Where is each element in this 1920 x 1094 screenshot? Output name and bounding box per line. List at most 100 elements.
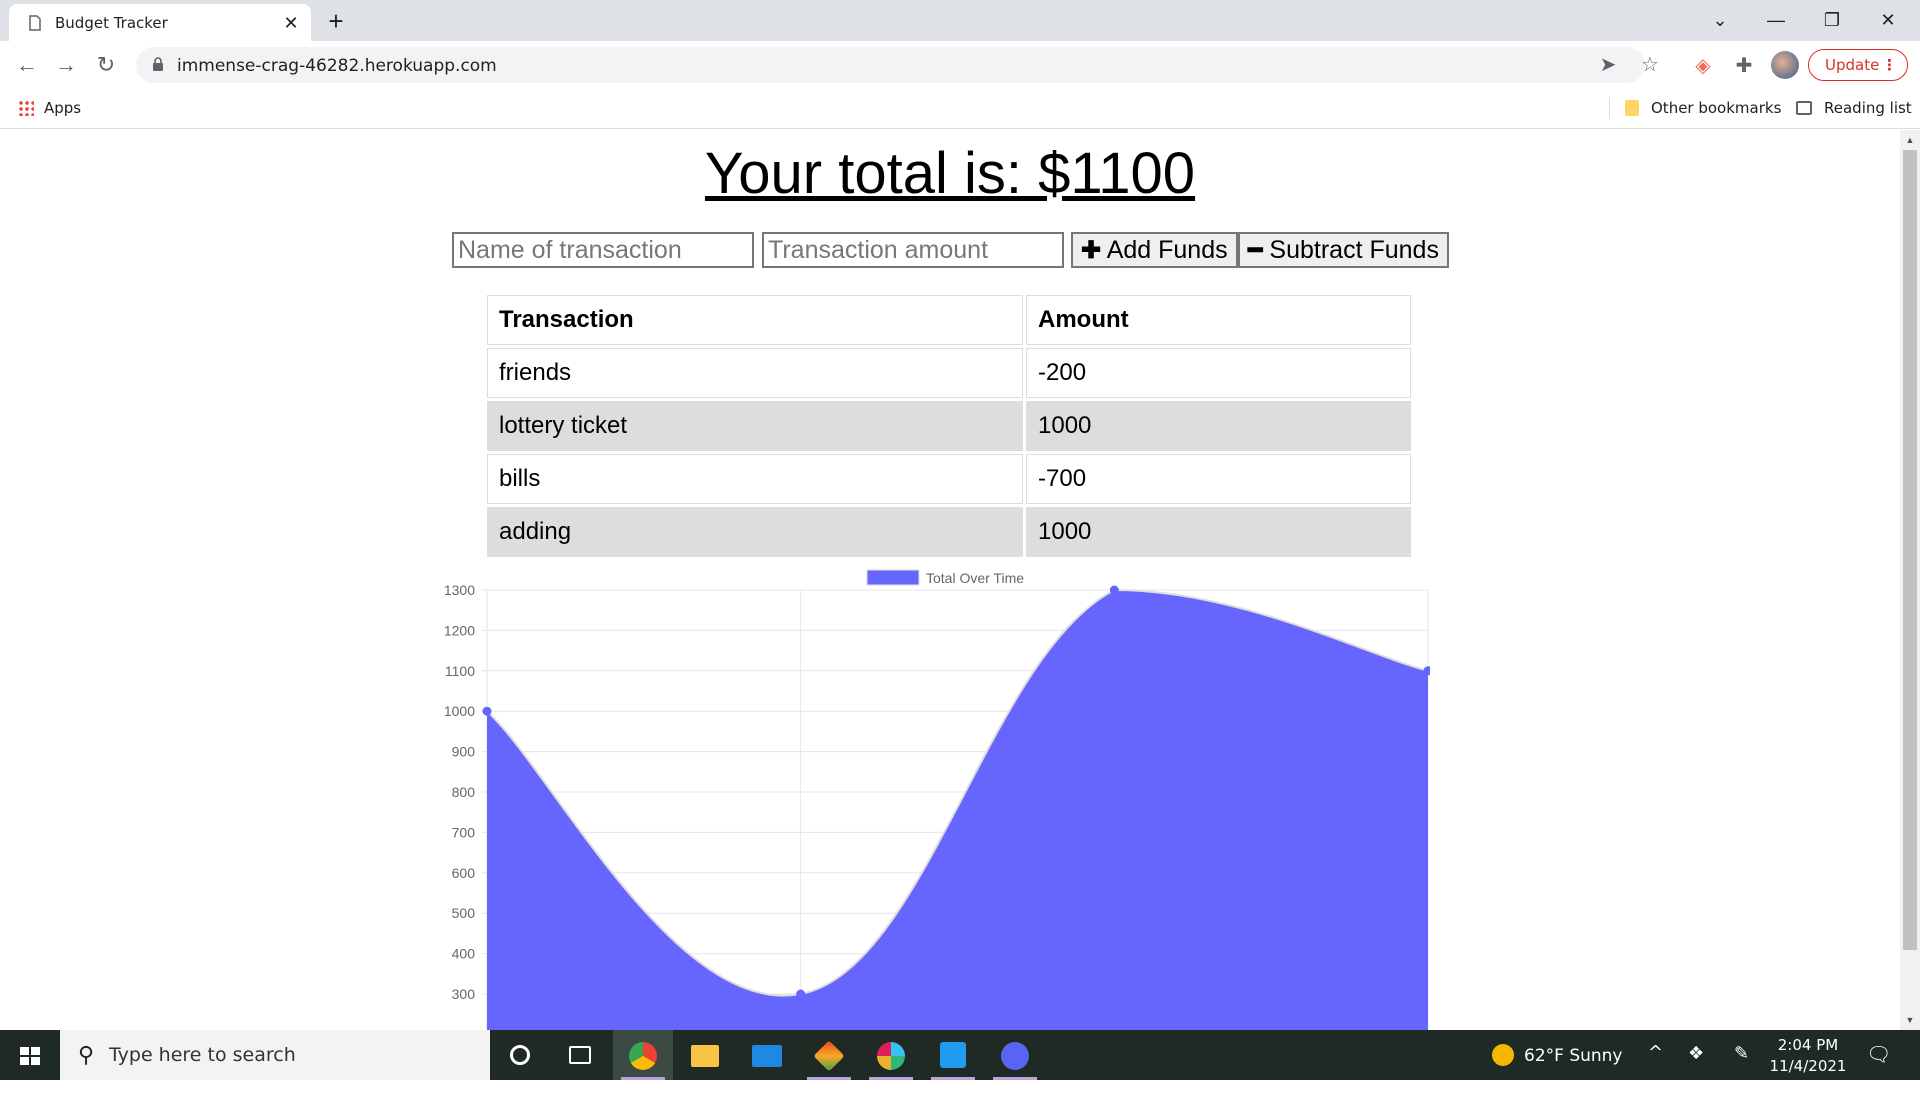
- scrollbar[interactable]: ▲ ▼: [1900, 130, 1920, 1030]
- transaction-name-input[interactable]: [452, 232, 754, 268]
- legend-swatch: [866, 569, 920, 586]
- page-icon: [29, 15, 41, 31]
- y-tick-label: 900: [452, 744, 476, 760]
- scroll-up-icon[interactable]: ▲: [1900, 132, 1920, 148]
- avatar[interactable]: [1771, 51, 1799, 79]
- transaction-amount: 1000: [1026, 507, 1411, 557]
- apps-icon: [18, 100, 34, 116]
- table-header: Transaction Amount: [487, 295, 1411, 345]
- transaction-name: lottery ticket: [487, 401, 1023, 451]
- browser-toolbar: ← → ↻ immense-crag-46282.herokuapp.com ➤…: [0, 41, 1920, 89]
- scroll-down-icon[interactable]: ▼: [1900, 1012, 1920, 1028]
- weather-widget[interactable]: 62°F Sunny: [1492, 1044, 1623, 1094]
- data-point: [1423, 666, 1433, 676]
- subtract-funds-button[interactable]: ━ Subtract Funds: [1238, 232, 1449, 268]
- time-text: 2:04 PM: [1777, 1036, 1839, 1054]
- tab-strip: Budget Tracker ✕ + ⌄ — ❐ ✕: [0, 0, 1920, 41]
- table-row: bills -700: [487, 454, 1411, 504]
- y-tick-label: 1000: [444, 703, 475, 719]
- series-area: [487, 590, 1428, 1030]
- tab-search-icon[interactable]: ⌄: [1692, 0, 1748, 41]
- address-bar[interactable]: immense-crag-46282.herokuapp.com ➤ ☆: [136, 47, 1659, 83]
- other-bookmarks-label: Other bookmarks: [1651, 99, 1782, 117]
- start-button[interactable]: [0, 1030, 60, 1080]
- chart-svg: 300 400 500 600 700 800 900 1000 1100 1200 1300 Tot…: [444, 569, 1433, 1030]
- close-window-button[interactable]: ✕: [1860, 0, 1916, 41]
- extension-icon[interactable]: ◈: [1690, 53, 1716, 79]
- vscode-icon[interactable]: [923, 1030, 983, 1080]
- tab-title: Budget Tracker: [55, 14, 168, 32]
- forward-icon[interactable]: →: [50, 49, 82, 81]
- divider: [1609, 97, 1610, 119]
- slack-icon[interactable]: [861, 1030, 921, 1080]
- table-row: friends -200: [487, 348, 1411, 398]
- bookmarks-bar: Apps Other bookmarks Reading list: [0, 89, 1920, 129]
- folder-icon: [1625, 100, 1639, 116]
- pen-icon[interactable]: ✎: [1734, 1043, 1749, 1093]
- page-title: Your total is: $1100: [704, 141, 1196, 206]
- taskbar-search[interactable]: ⚲ Type here to search: [60, 1030, 490, 1080]
- git-icon[interactable]: [799, 1030, 859, 1080]
- discord-icon[interactable]: [985, 1030, 1045, 1080]
- update-button[interactable]: Update ⋮: [1808, 49, 1908, 81]
- cortana-icon[interactable]: [490, 1030, 550, 1080]
- bookmark-other[interactable]: Other bookmarks: [1625, 99, 1781, 117]
- clock[interactable]: 2:04 PM 11/4/2021: [1768, 1035, 1848, 1085]
- puzzle-icon[interactable]: ✚: [1731, 53, 1757, 79]
- new-tab-button[interactable]: +: [320, 6, 352, 38]
- transaction-amount: -200: [1026, 348, 1411, 398]
- bookmark-reading-list[interactable]: Reading list: [1796, 99, 1912, 117]
- search-placeholder: Type here to search: [109, 1044, 296, 1066]
- close-icon[interactable]: ✕: [280, 12, 302, 34]
- taskbar: ⚲ Type here to search 62°F Sunny ^ ❖ ✎ 2…: [0, 1030, 1920, 1080]
- transaction-name: bills: [487, 454, 1023, 504]
- y-tick-label: 400: [452, 946, 476, 962]
- chevron-up-icon[interactable]: ^: [1648, 1042, 1663, 1092]
- tab-budget-tracker[interactable]: Budget Tracker ✕: [9, 4, 311, 41]
- data-point: [482, 706, 492, 716]
- transaction-amount: 1000: [1026, 401, 1411, 451]
- transaction-amount-input[interactable]: [762, 232, 1064, 268]
- y-tick-label: 1200: [444, 622, 475, 638]
- minimize-button[interactable]: —: [1748, 0, 1804, 41]
- scroll-thumb[interactable]: [1903, 150, 1917, 950]
- transaction-name: friends: [487, 348, 1023, 398]
- task-view-icon[interactable]: [550, 1030, 610, 1080]
- sun-icon: [1492, 1044, 1514, 1066]
- transaction-name: adding: [487, 507, 1023, 557]
- notification-icon[interactable]: 🗨: [1866, 1042, 1891, 1092]
- windows-icon: [20, 1047, 40, 1065]
- reading-list-icon: [1796, 101, 1812, 115]
- send-icon[interactable]: ➤: [1597, 54, 1619, 76]
- subtract-funds-label: Subtract Funds: [1269, 236, 1439, 264]
- url-text: immense-crag-46282.herokuapp.com: [177, 56, 497, 76]
- add-funds-button[interactable]: ✚ Add Funds: [1071, 232, 1238, 268]
- y-tick-label: 1100: [445, 663, 475, 679]
- column-header-amount: Amount: [1026, 295, 1411, 345]
- legend-label: Total Over Time: [926, 570, 1024, 586]
- file-explorer-icon[interactable]: [675, 1030, 735, 1080]
- chrome-icon[interactable]: [613, 1030, 673, 1080]
- plus-icon: ✚: [1081, 237, 1102, 264]
- update-label: Update: [1825, 56, 1880, 74]
- table-row: adding 1000: [487, 507, 1411, 557]
- add-funds-label: Add Funds: [1106, 236, 1228, 264]
- restore-button[interactable]: ❐: [1804, 0, 1860, 41]
- reload-icon[interactable]: ↻: [90, 49, 122, 81]
- mail-icon[interactable]: [737, 1030, 797, 1080]
- lock-icon: [153, 57, 163, 71]
- date-text: 11/4/2021: [1769, 1057, 1847, 1075]
- transactions-table: Transaction Amount friends -200 lottery …: [484, 292, 1414, 560]
- data-point: [1109, 585, 1119, 595]
- transaction-amount: -700: [1026, 454, 1411, 504]
- y-tick-label: 800: [452, 784, 476, 800]
- table-row: lottery ticket 1000: [487, 401, 1411, 451]
- minus-icon: ━: [1248, 237, 1263, 264]
- dropbox-icon[interactable]: ❖: [1688, 1043, 1704, 1093]
- y-tick-label: 700: [452, 824, 476, 840]
- y-tick-label: 600: [452, 865, 476, 881]
- bookmark-star-icon[interactable]: ☆: [1639, 54, 1661, 76]
- bookmark-apps[interactable]: Apps: [18, 99, 81, 117]
- back-icon[interactable]: ←: [11, 49, 43, 81]
- column-header-transaction: Transaction: [487, 295, 1023, 345]
